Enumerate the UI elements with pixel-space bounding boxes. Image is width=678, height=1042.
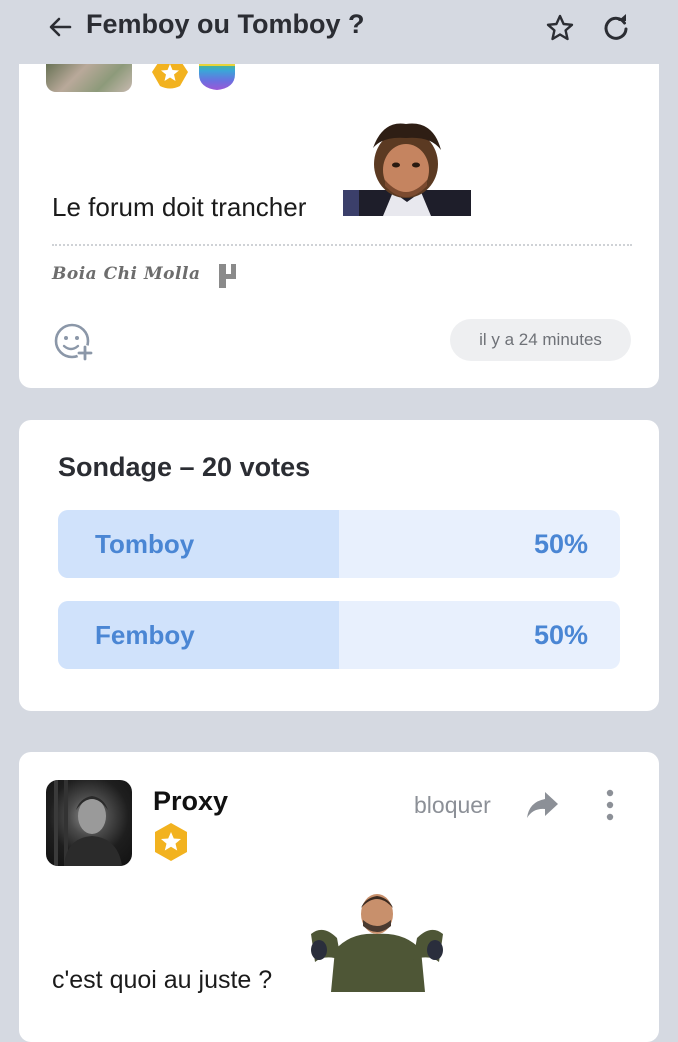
username[interactable]: Proxy (153, 786, 228, 817)
poll-option-label: Femboy (95, 620, 195, 650)
poll-option-label: Tomboy (95, 529, 195, 559)
poll-option-femboy[interactable]: Femboy 50% (58, 601, 620, 669)
rainbow-badge-icon (199, 64, 235, 90)
poll-card: Sondage – 20 votes Tomboy 50% Femboy 50% (19, 420, 659, 711)
sticker-image (311, 894, 443, 992)
sticker-image (343, 123, 471, 216)
more-options-icon[interactable] (603, 788, 617, 822)
poll-option-percent: 50% (533, 529, 588, 559)
avatar[interactable] (46, 64, 132, 92)
signature-mark-icon (219, 264, 236, 288)
post-timestamp: il y a 24 minutes (450, 319, 631, 361)
avatar[interactable] (46, 780, 132, 866)
star-icon[interactable] (544, 12, 576, 44)
poll-title: Sondage – 20 votes (58, 452, 311, 482)
post-message: Le forum doit trancher (52, 192, 307, 222)
user-signature: Boia Chi Molla (52, 264, 201, 284)
block-button[interactable]: bloquer (414, 792, 491, 819)
poll-option-percent: 50% (533, 620, 588, 650)
signature-divider (52, 244, 632, 246)
poll-option-tomboy[interactable]: Tomboy 50% (58, 510, 620, 578)
page-title: Femboy ou Tomboy ? (86, 9, 365, 39)
post-card: Proxy bloquer c'est quoi au juste ? (19, 752, 659, 1042)
top-bar: Femboy ou Tomboy ? (0, 0, 678, 60)
avatar-image (54, 780, 122, 866)
post-card: Le forum doit trancher Boia Chi Molla il… (19, 64, 659, 388)
star-badge-icon (152, 64, 188, 89)
star-badge-icon (155, 823, 187, 861)
back-arrow-icon[interactable] (46, 12, 76, 42)
post-message: c'est quoi au juste ? (52, 966, 273, 994)
reload-icon[interactable] (600, 12, 632, 44)
add-reaction-icon[interactable] (53, 322, 95, 362)
share-icon[interactable] (525, 790, 559, 820)
